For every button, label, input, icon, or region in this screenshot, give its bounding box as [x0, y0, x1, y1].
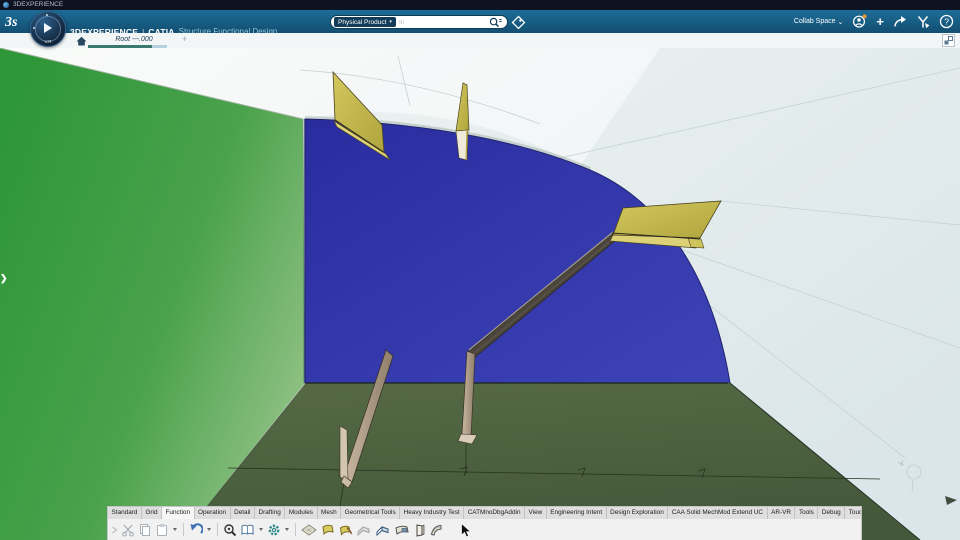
panel-tool-icon[interactable]: [301, 523, 317, 537]
collab-space-selector[interactable]: Collab Space ⌄: [794, 18, 844, 26]
action-bar-tab[interactable]: Mesh: [317, 507, 342, 519]
svg-text:3s: 3s: [4, 15, 18, 30]
compass-version: V.R: [44, 39, 52, 44]
toolbar-separator: [295, 523, 296, 536]
chevron-down-icon: ⌄: [837, 18, 844, 26]
user-profile-icon[interactable]: [852, 14, 868, 29]
catalog-icon[interactable]: [240, 523, 255, 537]
compass-west-tick: [33, 27, 35, 29]
action-bar-tab[interactable]: CAA Solid MechMod Extend UC: [668, 507, 768, 519]
window-app-icon: [3, 2, 9, 8]
action-bar-tab[interactable]: Standard: [108, 507, 142, 519]
tag-icon[interactable]: [511, 15, 526, 30]
document-tab-bar: Root ---.000 +: [0, 33, 960, 48]
chevron-down-icon[interactable]: [207, 528, 211, 531]
action-bar-tab[interactable]: Grid: [141, 507, 163, 519]
action-bar-tab[interactable]: Operation: [194, 507, 231, 519]
curved-plate-tool-icon[interactable]: [429, 523, 444, 537]
cut-icon[interactable]: [121, 523, 135, 537]
action-bar-tab[interactable]: Tools: [795, 507, 819, 519]
action-bar-tab[interactable]: CATMnoDbgAddin: [464, 507, 525, 519]
plate-limit-tool-icon[interactable]: [394, 523, 410, 537]
paste-icon[interactable]: [155, 523, 169, 537]
3d-compass[interactable]: V.R: [30, 11, 66, 47]
action-bar-tab[interactable]: Engineering Intent: [546, 507, 607, 519]
action-bar-tab[interactable]: Design Exploration: [606, 507, 669, 519]
action-bar-tab[interactable]: Touch: [845, 507, 861, 519]
insert-plate-tool-icon[interactable]: [375, 523, 391, 537]
plate-edit-tool-icon[interactable]: [338, 523, 353, 537]
chevron-down-icon[interactable]: [173, 528, 177, 531]
action-bar-tab[interactable]: Modules: [285, 507, 318, 519]
chevron-down-icon[interactable]: [259, 528, 263, 531]
collapse-handle-icon[interactable]: [111, 523, 118, 537]
search-tool-icon[interactable]: [223, 523, 237, 537]
collab-space-label: Collab Space: [793, 18, 836, 25]
mouse-cursor: [461, 523, 472, 538]
window-title: 3DEXPERIENCE: [13, 1, 64, 8]
3ds-logo-icon: 3s: [4, 15, 18, 30]
action-bar: Standard Grid Function Operation Detail Draft…: [108, 507, 861, 540]
play-icon[interactable]: [44, 23, 52, 33]
search-input[interactable]: [395, 17, 489, 27]
3d-viewport[interactable]: [0, 48, 960, 540]
compass-north-tick: [46, 14, 48, 16]
options-gear-icon[interactable]: [267, 523, 281, 537]
search-scope-button[interactable]: Physical Product ▾: [334, 17, 396, 27]
action-bar-tab[interactable]: View: [525, 507, 547, 519]
chevron-down-icon: ▾: [389, 19, 392, 25]
undo-icon[interactable]: [189, 522, 203, 537]
expand-window-icon[interactable]: [942, 34, 955, 47]
action-bar-tab[interactable]: AR-VR: [767, 507, 796, 519]
action-bar-tab[interactable]: Debug: [818, 507, 846, 519]
chevron-down-icon[interactable]: [285, 528, 289, 531]
panel-expander[interactable]: ❯: [0, 270, 11, 286]
action-bar-tabs: Standard Grid Function Operation Detail Draft…: [108, 507, 861, 519]
header-right-cluster: Collab Space ⌄ + ?: [794, 10, 954, 33]
action-bar-tab[interactable]: Detail: [230, 507, 255, 519]
3dplay-icon[interactable]: [916, 15, 930, 29]
document-tab[interactable]: Root ---.000: [96, 33, 172, 45]
window-titlebar: 3DEXPERIENCE: [0, 0, 960, 10]
application-window: 3DEXPERIENCE 3s 3DEXPERIENCE | CATIA Str…: [0, 0, 960, 540]
new-tab-button[interactable]: +: [182, 34, 187, 44]
action-bar-tab[interactable]: Geometrical Tools: [341, 507, 401, 519]
help-icon[interactable]: ?: [939, 14, 954, 29]
vertical-plate-tool-icon[interactable]: [413, 523, 426, 537]
search-scope-label: Physical Product: [338, 18, 387, 26]
toolbar-separator: [183, 523, 184, 536]
share-icon[interactable]: [893, 15, 907, 28]
toolbar-separator: [217, 523, 218, 536]
action-bar-icons: [108, 519, 861, 540]
action-bar-tab[interactable]: Drafting: [254, 507, 286, 519]
plate-tool-icon[interactable]: [320, 523, 335, 537]
action-bar-tab[interactable]: Function: [162, 507, 195, 519]
folded-plate-tool-icon[interactable]: [356, 523, 372, 537]
action-bar-tab[interactable]: Heavy Industry Test: [400, 507, 465, 519]
search-icon[interactable]: [489, 17, 502, 28]
svg-text:?: ?: [944, 16, 949, 26]
top-search-bar[interactable]: Physical Product ▾: [330, 15, 508, 29]
home-icon[interactable]: [75, 35, 88, 47]
copy-icon[interactable]: [138, 523, 152, 537]
add-content-button[interactable]: +: [876, 15, 884, 28]
